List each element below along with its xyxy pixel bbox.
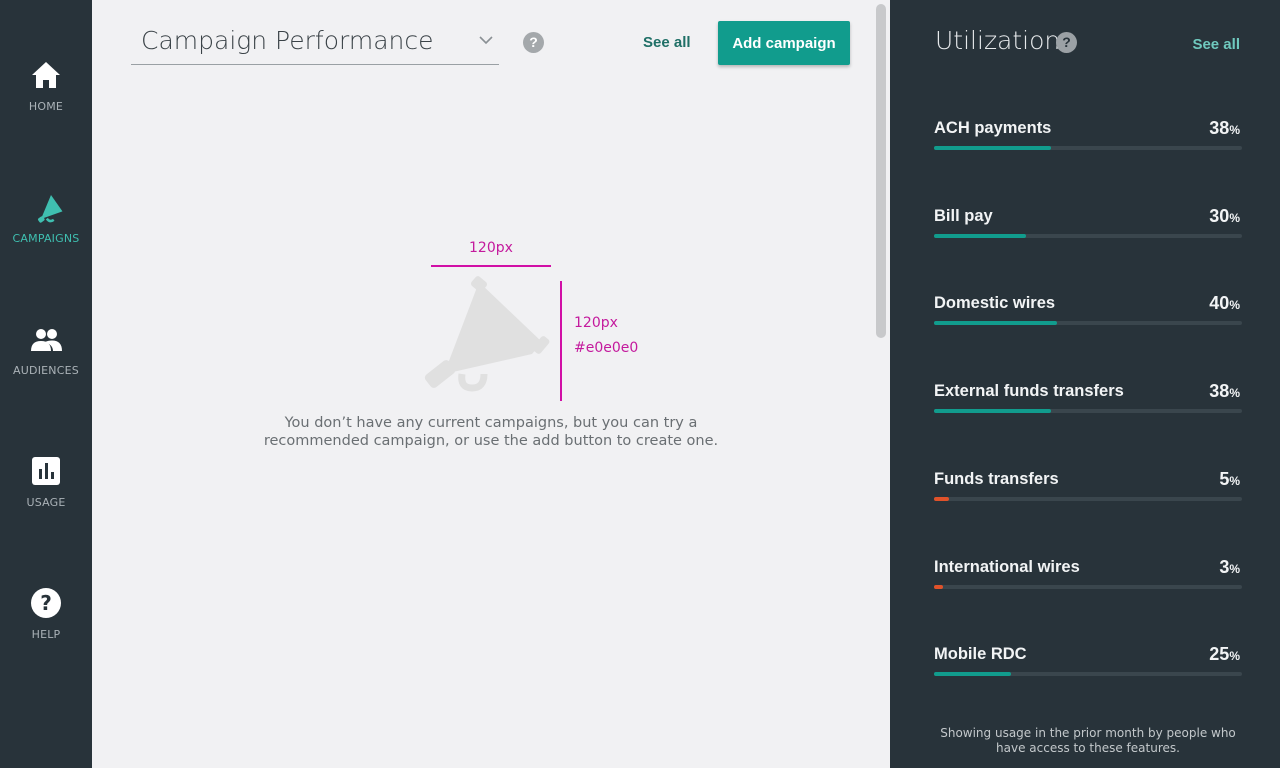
nav-item-home[interactable]: HOME — [0, 58, 92, 113]
utilization-panel: Utilization ? See all ACH payments 38% Bil… — [890, 0, 1280, 768]
metric-value-number: 30 — [1209, 206, 1230, 226]
spec-width-line — [431, 265, 551, 267]
metric-name: Mobile RDC — [934, 645, 1027, 663]
empty-state-message: You don’t have any current campaigns, bu… — [263, 415, 719, 449]
nav-label-audiences: AUDIENCES — [13, 364, 79, 377]
help-tooltip-icon[interactable]: ? — [523, 32, 544, 53]
spec-height-label: 120px — [574, 315, 618, 331]
metric-progress-track — [934, 672, 1242, 676]
metric-progress-track — [934, 321, 1242, 325]
metric-name: Funds transfers — [934, 470, 1059, 488]
side-navigation: HOME CAMPAIGNS AUDIENCES USAGE ? HELP — [0, 0, 92, 768]
help-icon: ? — [31, 588, 61, 618]
metric-progress-track — [934, 585, 1242, 589]
metric-value-number: 38 — [1209, 381, 1230, 401]
panel-footnote: Showing usage in the prior month by peop… — [940, 726, 1236, 755]
chevron-down-icon — [479, 36, 493, 45]
metric-progress-track — [934, 234, 1242, 238]
metric-progress-fill — [934, 234, 1026, 238]
metric-name: Bill pay — [934, 207, 993, 225]
home-icon — [32, 62, 60, 88]
metric-value-number: 38 — [1209, 118, 1230, 138]
nav-item-help[interactable]: ? HELP — [0, 586, 92, 641]
utilization-metric-row: Bill pay 30% — [934, 206, 1242, 247]
metric-progress-track — [934, 409, 1242, 413]
utilization-metric-row: International wires 3% — [934, 557, 1242, 598]
megaphone-icon — [37, 194, 63, 223]
metric-progress-fill — [934, 321, 1057, 325]
metric-progress-fill — [934, 497, 949, 501]
metric-value: 5% — [1219, 469, 1240, 490]
metric-value-number: 25 — [1209, 644, 1230, 664]
people-icon — [31, 329, 62, 351]
metric-value: 38% — [1209, 118, 1240, 139]
see-all-campaigns-link[interactable]: See all — [643, 34, 691, 51]
metric-progress-fill — [934, 146, 1051, 150]
nav-item-audiences[interactable]: AUDIENCES — [0, 322, 92, 377]
spec-width-label: 120px — [469, 240, 513, 256]
utilization-metric-row: ACH payments 38% — [934, 118, 1242, 159]
utilization-metric-row: Domestic wires 40% — [934, 293, 1242, 334]
see-all-utilization-link[interactable]: See all — [1192, 36, 1240, 53]
nav-item-usage[interactable]: USAGE — [0, 454, 92, 509]
metric-name: Domestic wires — [934, 294, 1056, 312]
spec-color-label: #e0e0e0 — [574, 340, 639, 356]
utilization-help-icon[interactable]: ? — [1056, 32, 1077, 53]
metric-progress-track — [934, 146, 1242, 150]
metric-value-unit: % — [1229, 474, 1240, 488]
metric-progress-fill — [934, 672, 1011, 676]
panel-title: Utilization — [935, 26, 1061, 55]
metric-value-unit: % — [1229, 211, 1240, 225]
metric-name: ACH payments — [934, 119, 1052, 137]
nav-label-help: HELP — [31, 628, 61, 641]
metric-value-unit: % — [1229, 649, 1240, 663]
campaign-view-dropdown[interactable]: Campaign Performance — [131, 22, 499, 65]
utilization-metric-row: Mobile RDC 25% — [934, 644, 1242, 685]
spec-height-line — [560, 281, 562, 401]
metric-progress-track — [934, 497, 1242, 501]
metric-name: International wires — [934, 558, 1080, 576]
metric-name: External funds transfers — [934, 382, 1124, 400]
utilization-metric-row: Funds transfers 5% — [934, 469, 1242, 510]
metric-value: 40% — [1209, 293, 1240, 314]
nav-label-home: HOME — [28, 100, 64, 113]
main-content: Campaign Performance ? See all Add campa… — [92, 0, 890, 768]
nav-label-campaigns: CAMPAIGNS — [12, 232, 80, 245]
metric-value-unit: % — [1229, 298, 1240, 312]
metric-value-unit: % — [1229, 562, 1240, 576]
add-campaign-button[interactable]: Add campaign — [718, 21, 850, 65]
nav-label-usage: USAGE — [26, 496, 66, 509]
metric-value-unit: % — [1229, 386, 1240, 400]
metric-value: 25% — [1209, 644, 1240, 665]
metric-value: 30% — [1209, 206, 1240, 227]
metric-value: 3% — [1219, 557, 1240, 578]
utilization-metric-row: External funds transfers 38% — [934, 381, 1242, 422]
empty-megaphone-icon — [424, 276, 550, 392]
metric-value-number: 3 — [1219, 557, 1230, 577]
nav-item-campaigns[interactable]: CAMPAIGNS — [0, 190, 92, 245]
scrollbar-thumb[interactable] — [876, 4, 886, 338]
metric-value-number: 40 — [1209, 293, 1230, 313]
metric-value: 38% — [1209, 381, 1240, 402]
svg-text:?: ? — [40, 591, 52, 615]
bar-chart-icon — [32, 457, 60, 485]
metric-progress-fill — [934, 409, 1051, 413]
metric-progress-fill — [934, 585, 943, 589]
metric-value-number: 5 — [1219, 469, 1230, 489]
dropdown-selected-value: Campaign Performance — [141, 26, 434, 55]
metric-value-unit: % — [1229, 123, 1240, 137]
